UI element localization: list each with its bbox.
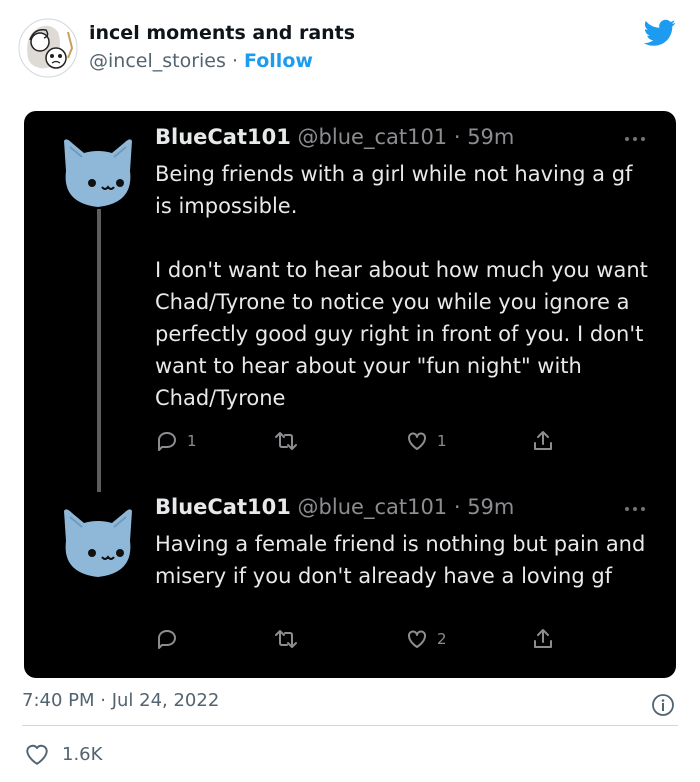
reply-count: 1 [187, 432, 197, 450]
tweet-screenshot: BlueCat101 @blue_cat101 · 59m Being frie… [24, 111, 676, 678]
reply-button[interactable] [155, 626, 179, 652]
handle-time[interactable]: @blue_cat101 · 59m [298, 495, 515, 519]
tweet-text: Being friends with a girl while not havi… [155, 162, 648, 410]
display-name[interactable]: BlueCat101 [155, 495, 291, 519]
like-button[interactable]: 2 [405, 626, 447, 652]
like-icon [408, 432, 426, 450]
cat-avatar[interactable] [50, 131, 146, 211]
retweet-icon [275, 432, 297, 450]
retweet-button[interactable] [274, 626, 298, 652]
author-name[interactable]: incel moments and rants [89, 22, 355, 44]
reply-icon [158, 432, 176, 451]
heart-icon [26, 744, 48, 765]
info-icon[interactable] [651, 693, 675, 717]
author-avatar[interactable] [18, 18, 78, 78]
like-action[interactable]: 1.6K [24, 741, 102, 767]
retweet-icon [275, 630, 297, 648]
tweet-1: BlueCat101 @blue_cat101 · 59m Being frie… [24, 111, 676, 491]
more-icon[interactable] [621, 135, 649, 143]
share-icon [534, 629, 552, 648]
display-name[interactable]: BlueCat101 [155, 125, 291, 149]
author-subline: @incel_stories · Follow [89, 50, 313, 72]
like-button[interactable]: 1 [405, 428, 447, 454]
share-button[interactable] [531, 626, 555, 652]
like-count: 1 [437, 432, 447, 450]
like-icon [408, 630, 426, 648]
divider [22, 725, 678, 726]
share-button[interactable] [531, 428, 555, 454]
separator: · [231, 50, 238, 72]
twitter-bird-icon[interactable] [644, 19, 676, 47]
reply-button[interactable]: 1 [155, 428, 197, 454]
tweet-text: Having a female friend is nothing but pa… [155, 532, 646, 588]
retweet-button[interactable] [274, 428, 298, 454]
like-total: 1.6K [62, 743, 103, 765]
author-handle[interactable]: @incel_stories [89, 50, 226, 72]
share-icon [534, 431, 552, 450]
handle-time[interactable]: @blue_cat101 · 59m [298, 125, 515, 149]
reply-icon [158, 630, 176, 649]
more-icon[interactable] [621, 505, 649, 513]
timestamp[interactable]: 7:40 PM · Jul 24, 2022 [22, 690, 219, 711]
like-count: 2 [437, 630, 447, 648]
cat-avatar[interactable] [50, 501, 146, 581]
follow-link[interactable]: Follow [244, 50, 313, 72]
tweet-2: BlueCat101 @blue_cat101 · 59m Having a f… [24, 481, 676, 678]
tweet-header: BlueCat101 @blue_cat101 · 59m [155, 125, 514, 149]
embed-header: incel moments and rants @incel_stories ·… [0, 0, 700, 100]
tweet-header: BlueCat101 @blue_cat101 · 59m [155, 495, 514, 519]
